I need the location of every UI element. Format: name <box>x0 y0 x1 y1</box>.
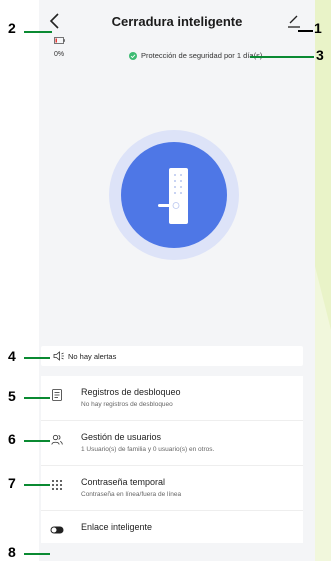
toggle-icon <box>50 526 64 534</box>
protection-text: Protección de seguridad por 1 día(s). <box>141 51 265 60</box>
callout-1-line <box>298 30 313 32</box>
callout-8: 8 <box>8 544 16 560</box>
callout-4: 4 <box>8 348 16 364</box>
menu-item-user-management[interactable]: Gestión de usuarios 1 Usuario(s) de fami… <box>41 421 303 466</box>
menu-item-title: Enlace inteligente <box>81 522 153 532</box>
callout-2: 2 <box>8 20 16 36</box>
header: Cerradura inteligente <box>39 0 315 40</box>
callout-7-line <box>24 484 50 486</box>
door-lock-icon <box>158 168 188 224</box>
speaker-icon <box>53 351 64 361</box>
menu-item-unlock-records[interactable]: Registros de desbloqueo No hay registros… <box>41 376 303 421</box>
callout-3-line <box>250 56 314 58</box>
unlock-button[interactable] <box>109 130 239 260</box>
menu-item-subtitle: No hay registros de desbloqueo <box>81 401 173 408</box>
unlock-button-inner <box>121 142 227 248</box>
page-title: Cerradura inteligente <box>111 14 243 29</box>
protection-status: Protección de seguridad por 1 día(s). <box>129 51 264 60</box>
battery-status: 0% <box>54 31 70 58</box>
menu-item-title: Contraseña temporal <box>81 477 166 487</box>
menu-item-temporary-password[interactable]: Contraseña temporal Contraseña en línea/… <box>41 466 303 511</box>
callout-6-line <box>24 440 50 442</box>
callout-8-line <box>24 553 50 555</box>
menu-item-title: Gestión de usuarios <box>81 432 162 442</box>
menu-list: Registros de desbloqueo No hay registros… <box>41 376 303 543</box>
edit-icon[interactable] <box>286 13 302 29</box>
menu-item-subtitle: Contraseña en línea/fuera de línea <box>81 491 182 498</box>
callout-5: 5 <box>8 388 16 404</box>
alerts-text: No hay alertas <box>68 351 117 361</box>
menu-item-smart-link[interactable]: Enlace inteligente <box>41 511 303 543</box>
menu-item-title: Registros de desbloqueo <box>81 387 181 397</box>
battery-percent: 0% <box>54 51 65 58</box>
callout-2-line <box>24 31 52 33</box>
callout-5-line <box>24 397 50 399</box>
check-circle-icon <box>129 51 137 60</box>
callout-6: 6 <box>8 431 16 447</box>
callout-1: 1 <box>314 20 322 36</box>
callout-4-line <box>24 357 50 359</box>
menu-item-subtitle: 1 Usuario(s) de familia y 0 usuario(s) e… <box>81 446 215 453</box>
battery-icon <box>54 37 65 44</box>
keypad-icon <box>52 480 62 490</box>
callout-3: 3 <box>316 47 324 63</box>
alerts-bar[interactable]: No hay alertas <box>41 346 303 366</box>
document-list-icon <box>52 389 62 401</box>
phone-screen: Cerradura inteligente 0% Protección de s… <box>39 0 315 561</box>
callout-7: 7 <box>8 475 16 491</box>
users-icon <box>51 434 63 445</box>
